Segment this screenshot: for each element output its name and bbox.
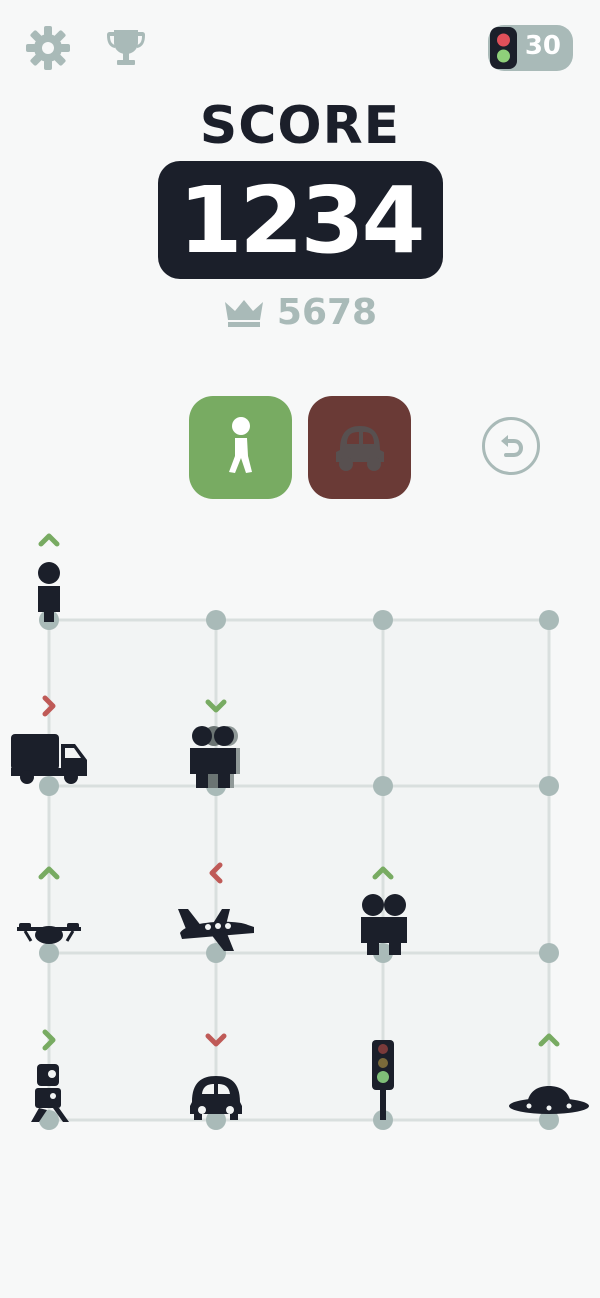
grid-node[interactable] bbox=[539, 943, 559, 963]
lives-count: 30 bbox=[524, 31, 561, 61]
grid-node[interactable] bbox=[539, 610, 559, 630]
undo-icon bbox=[496, 431, 526, 461]
undo-button[interactable] bbox=[482, 417, 540, 475]
score-title: SCORE bbox=[199, 96, 401, 156]
board-area bbox=[49, 620, 549, 1120]
grid-node[interactable] bbox=[206, 610, 226, 630]
lives-badge: 30 bbox=[488, 25, 573, 71]
car-icon[interactable] bbox=[190, 1076, 242, 1120]
direction-arrow-up bbox=[38, 533, 60, 547]
grid-node[interactable] bbox=[539, 776, 559, 796]
grid-node[interactable] bbox=[39, 943, 59, 963]
pedestrian-icon bbox=[221, 416, 261, 480]
person-icon[interactable] bbox=[38, 562, 60, 622]
car-mode-button[interactable] bbox=[308, 396, 411, 499]
game-board[interactable] bbox=[0, 500, 600, 1160]
best-score-value: 5678 bbox=[276, 292, 378, 333]
grid-node[interactable] bbox=[373, 776, 393, 796]
gear-icon[interactable] bbox=[24, 24, 72, 72]
trophy-icon[interactable] bbox=[102, 24, 150, 72]
car-icon bbox=[330, 422, 390, 474]
grid-node[interactable] bbox=[39, 776, 59, 796]
score-value: 1234 bbox=[158, 161, 443, 279]
grid-node[interactable] bbox=[373, 610, 393, 630]
crown-icon bbox=[223, 298, 265, 328]
walk-mode-button[interactable] bbox=[189, 396, 292, 499]
crowd-icon[interactable] bbox=[190, 726, 240, 788]
traffic-light-icon bbox=[490, 27, 517, 69]
best-score: 5678 bbox=[0, 292, 600, 333]
